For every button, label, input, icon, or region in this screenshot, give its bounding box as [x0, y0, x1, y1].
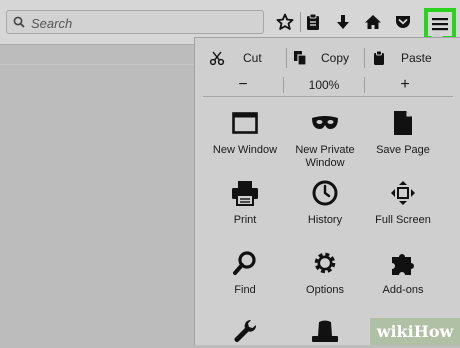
search-input[interactable] — [29, 13, 263, 33]
printer-icon — [232, 181, 258, 206]
edit-controls: Cut Copy Paste — [195, 46, 460, 70]
wikihow-watermark: wikiHow — [370, 318, 460, 345]
new-private-window-label: New Private Window — [295, 144, 355, 169]
window-icon — [232, 112, 258, 134]
find-button[interactable]: Find — [203, 246, 287, 297]
history-button[interactable]: History — [283, 176, 367, 227]
search-box[interactable] — [6, 10, 264, 34]
zoom-reset-button[interactable]: 100% — [284, 74, 364, 96]
star-icon[interactable] — [274, 11, 296, 33]
puzzle-icon — [392, 254, 414, 275]
clipboard-icon — [374, 50, 384, 65]
page-divider — [0, 64, 194, 65]
zoom-divider — [203, 96, 453, 97]
save-page-button[interactable]: Save Page — [361, 106, 445, 157]
pocket-icon[interactable] — [392, 11, 414, 33]
cut-button[interactable]: Cut — [209, 46, 262, 70]
print-label: Print — [233, 214, 257, 226]
history-label: History — [307, 214, 343, 226]
page-icon — [394, 111, 412, 135]
mask-icon — [312, 116, 338, 129]
copy-icon — [294, 51, 307, 66]
find-label: Find — [234, 284, 256, 296]
add-ons-label: Add-ons — [382, 284, 424, 296]
options-button[interactable]: Options — [283, 246, 367, 297]
cut-label: Cut — [243, 51, 262, 65]
options-label: Options — [306, 284, 344, 296]
new-window-label: New Window — [212, 144, 278, 156]
zoom-out-button[interactable]: − — [203, 74, 283, 96]
zoom-in-button[interactable]: + — [365, 74, 445, 96]
new-private-window-button[interactable]: New Private Window — [283, 106, 367, 170]
new-window-button[interactable]: New Window — [203, 106, 287, 157]
edit-separator — [364, 48, 365, 68]
search-icon — [13, 16, 25, 28]
gear-icon — [314, 252, 336, 274]
hat-icon — [312, 320, 338, 342]
magnifier-icon — [233, 251, 256, 275]
copy-label: Copy — [321, 51, 350, 65]
toolbar-separator — [300, 12, 301, 32]
customize-button[interactable] — [283, 314, 367, 348]
fullscreen-icon — [391, 181, 415, 205]
clock-icon — [312, 180, 338, 206]
download-icon[interactable] — [332, 11, 354, 33]
full-screen-button[interactable]: Full Screen — [361, 176, 445, 227]
edit-separator — [286, 48, 287, 68]
home-icon[interactable] — [362, 11, 384, 33]
full-screen-label: Full Screen — [375, 214, 431, 226]
menu-panel: Cut Copy Paste − 100% + New Window New P… — [194, 37, 460, 345]
add-ons-button[interactable]: Add-ons — [361, 246, 445, 297]
wrench-icon — [234, 319, 257, 342]
print-button[interactable]: Print — [203, 176, 287, 227]
copy-button[interactable]: Copy — [293, 46, 349, 70]
scissors-icon — [209, 51, 225, 66]
developer-button[interactable] — [203, 314, 287, 348]
save-page-label: Save Page — [376, 144, 430, 156]
reading-list-icon[interactable] — [302, 11, 324, 33]
paste-label: Paste — [401, 51, 432, 65]
zoom-controls: − 100% + — [203, 74, 453, 97]
paste-button[interactable]: Paste — [373, 46, 432, 70]
